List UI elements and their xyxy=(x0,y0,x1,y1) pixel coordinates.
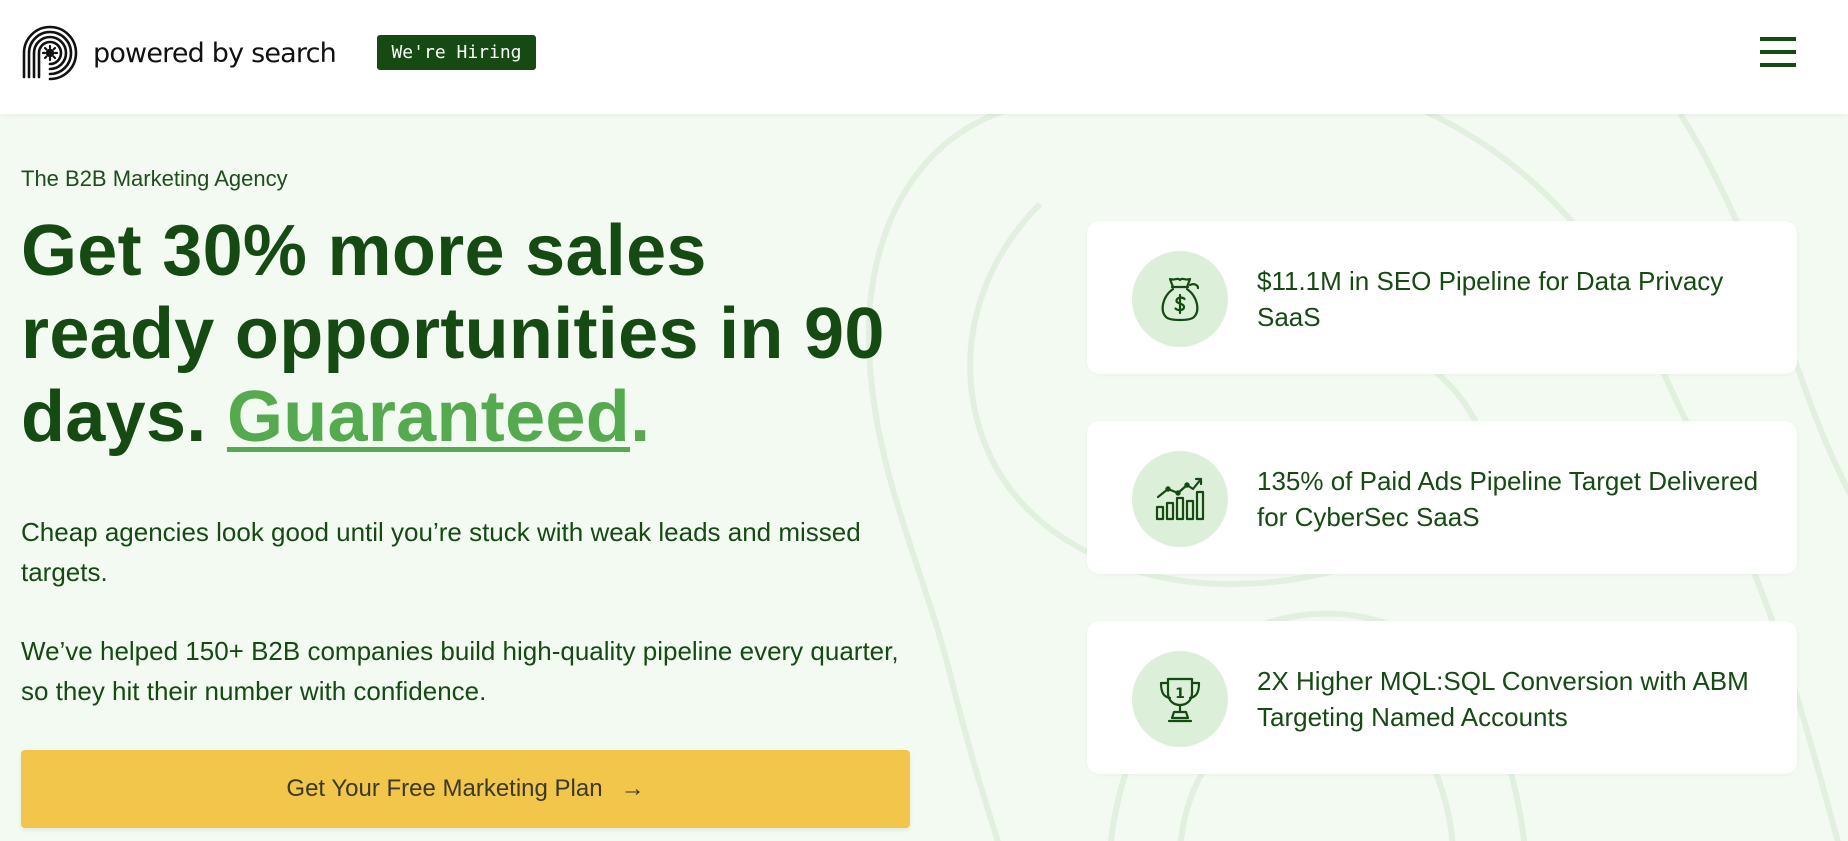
growth-chart-icon xyxy=(1132,451,1228,547)
arrow-right-icon: → xyxy=(620,775,645,802)
logo-text: powered by search xyxy=(93,37,337,69)
trophy-number: 1 xyxy=(1175,686,1185,702)
headline-period: . xyxy=(630,377,651,457)
hiring-badge-link[interactable]: We're Hiring xyxy=(377,35,536,70)
cta-label: Get Your Free Marketing Plan xyxy=(286,775,603,802)
site-header: powered by search We're Hiring xyxy=(0,0,1848,114)
stat-text-abm: 2X Higher MQL:SQL Conversion with ABM Ta… xyxy=(1257,666,1749,732)
hamburger-menu-icon[interactable] xyxy=(1758,34,1798,70)
stat-text-seo: $11.1M in SEO Pipeline for Data Privacy … xyxy=(1257,266,1724,332)
money-bag-icon xyxy=(1132,251,1228,347)
hero-paragraph-2: We’ve helped 150+ B2B companies build hi… xyxy=(21,636,899,706)
headline-accent-guaranteed: Guaranteed xyxy=(226,377,631,457)
logo-link[interactable]: powered by search xyxy=(21,24,337,82)
stat-card-abm: 1 2X Higher MQL:SQL Conversion with ABM … xyxy=(1087,621,1797,774)
stat-text-paid-ads: 135% of Paid Ads Pipeline Target Deliver… xyxy=(1257,466,1759,532)
free-marketing-plan-button[interactable]: Get Your Free Marketing Plan → xyxy=(21,750,910,828)
hero-eyebrow: The B2B Marketing Agency xyxy=(21,166,288,191)
stat-card-seo: $11.1M in SEO Pipeline for Data Privacy … xyxy=(1087,221,1797,374)
logo-icon xyxy=(22,25,78,81)
hero-headline: Get 30% more sales ready opportunities i… xyxy=(21,210,901,459)
stat-card-paid-ads: 135% of Paid Ads Pipeline Target Deliver… xyxy=(1087,421,1797,574)
hero-paragraph-1: Cheap agencies look good until you’re st… xyxy=(21,517,861,587)
trophy-icon: 1 xyxy=(1132,651,1228,747)
